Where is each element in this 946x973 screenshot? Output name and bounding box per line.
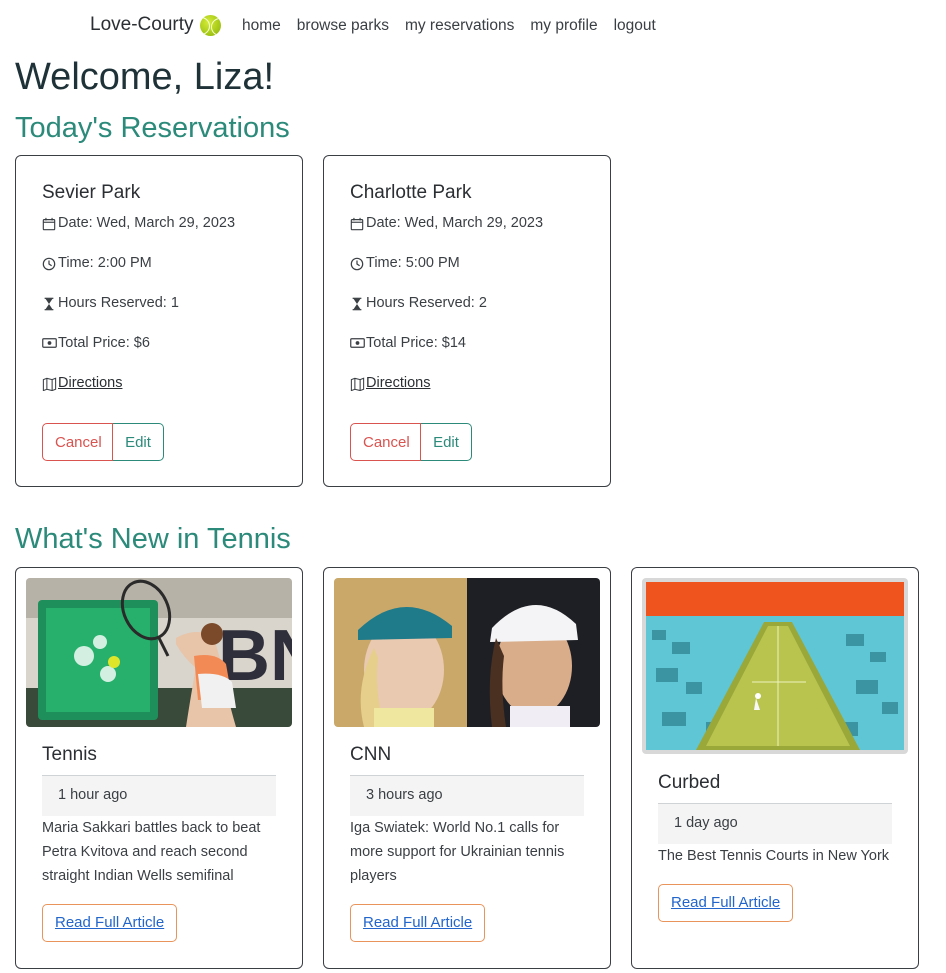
reservation-actions: Cancel Edit <box>350 423 610 461</box>
brand[interactable]: Love-Courty <box>90 14 221 36</box>
reservation-card: Sevier Park Date: Wed, March 29, 2023 Ti… <box>15 155 303 487</box>
read-full-article-button[interactable]: Read Full Article <box>350 904 486 942</box>
reservation-date: Date: Wed, March 29, 2023 <box>350 215 610 255</box>
map-icon <box>350 377 366 395</box>
news-card: CNN 3 hours ago Iga Swiatek: World No.1 … <box>323 567 611 969</box>
news-description: Iga Swiatek: World No.1 calls for more s… <box>350 820 565 884</box>
reservation-price: Total Price: $6 <box>42 335 302 375</box>
reservation-hours-text: Hours Reserved: 2 <box>366 295 487 311</box>
directions-link[interactable]: Directions <box>366 375 430 391</box>
clock-icon <box>42 257 58 275</box>
reservation-date: Date: Wed, March 29, 2023 <box>42 215 302 255</box>
nav-my-profile-link[interactable]: my profile <box>530 17 597 35</box>
clock-icon <box>350 257 366 275</box>
news-time: 1 day ago <box>658 804 892 844</box>
news-heading: What's New in Tennis <box>15 523 291 555</box>
cancel-button[interactable]: Cancel <box>42 423 113 461</box>
nav-logout-link[interactable]: logout <box>614 17 656 35</box>
news-source: Tennis <box>42 744 97 765</box>
reservation-time: Time: 2:00 PM <box>42 255 302 295</box>
reservation-directions: Directions <box>42 375 302 415</box>
nav-browse-parks-link[interactable]: browse parks <box>297 17 389 35</box>
tennis-ball-icon <box>199 14 221 36</box>
reservation-hours-text: Hours Reserved: 1 <box>58 295 179 311</box>
news-image <box>334 578 600 727</box>
park-name: Sevier Park <box>42 182 141 203</box>
news-time: 3 hours ago <box>350 776 584 816</box>
cancel-button[interactable]: Cancel <box>350 423 421 461</box>
news-card: Curbed 1 day ago The Best Tennis Courts … <box>631 567 919 969</box>
hourglass-icon <box>42 297 58 315</box>
cash-icon <box>350 337 366 353</box>
reservation-directions: Directions <box>350 375 610 415</box>
reservation-actions: Cancel Edit <box>42 423 302 461</box>
todays-reservations-heading: Today's Reservations <box>15 112 290 144</box>
reservation-hours: Hours Reserved: 2 <box>350 295 610 335</box>
hourglass-icon <box>350 297 366 315</box>
edit-button[interactable]: Edit <box>421 423 472 461</box>
reservation-time-text: Time: 5:00 PM <box>366 255 460 271</box>
news-card: BN Tennis 1 hour ago Maria Sakkari battl… <box>15 567 303 969</box>
nav-links: home browse parks my reservations my pro… <box>242 17 656 35</box>
news-time: 1 hour ago <box>42 776 276 816</box>
reservation-price-text: Total Price: $14 <box>366 335 466 351</box>
edit-button[interactable]: Edit <box>113 423 164 461</box>
read-full-article-button[interactable]: Read Full Article <box>658 884 794 922</box>
directions-link[interactable]: Directions <box>58 375 122 391</box>
park-name: Charlotte Park <box>350 182 472 203</box>
reservation-card: Charlotte Park Date: Wed, March 29, 2023… <box>323 155 611 487</box>
reservation-time: Time: 5:00 PM <box>350 255 610 295</box>
brand-name[interactable]: Love-Courty <box>90 14 194 36</box>
calendar-icon <box>350 217 366 235</box>
news-image <box>642 578 908 754</box>
nav-my-reservations-link[interactable]: my reservations <box>405 17 514 35</box>
news-description: The Best Tennis Courts in New York <box>658 848 890 864</box>
top-navbar: Love-Courty home browse parks my reserva… <box>0 0 946 54</box>
reservation-price-text: Total Price: $6 <box>58 335 150 351</box>
cash-icon <box>42 337 58 353</box>
welcome-heading: Welcome, Liza! <box>15 56 275 98</box>
news-description: Maria Sakkari battles back to beat Petra… <box>42 820 261 884</box>
news-source: CNN <box>350 744 392 765</box>
reservation-date-text: Date: Wed, March 29, 2023 <box>58 215 236 231</box>
map-icon <box>42 377 58 395</box>
nav-home-link[interactable]: home <box>242 17 281 35</box>
news-source: Curbed <box>658 772 721 793</box>
reservation-hours: Hours Reserved: 1 <box>42 295 302 335</box>
read-full-article-button[interactable]: Read Full Article <box>42 904 178 942</box>
calendar-icon <box>42 217 58 235</box>
reservation-date-text: Date: Wed, March 29, 2023 <box>366 215 544 231</box>
reservation-time-text: Time: 2:00 PM <box>58 255 152 271</box>
news-image: BN <box>26 578 292 727</box>
reservation-price: Total Price: $14 <box>350 335 610 375</box>
